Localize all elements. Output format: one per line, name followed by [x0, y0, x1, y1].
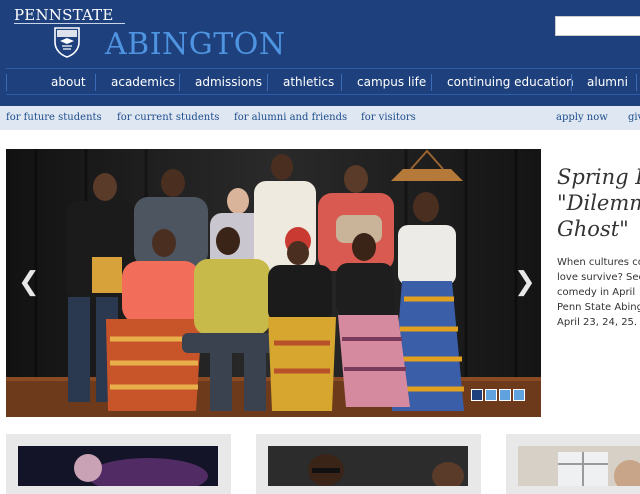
link-visitors[interactable]: for visitors	[361, 106, 416, 130]
nav-item-academics[interactable]: academics	[111, 69, 175, 96]
main-navigation: about academics admissions athletics cam…	[6, 68, 640, 95]
nav-item-continuing-education[interactable]: continuing education	[447, 69, 574, 96]
nav-separator	[6, 74, 7, 91]
nav-item-about[interactable]: about	[51, 69, 86, 96]
nav-separator	[341, 74, 342, 91]
slide-prev-icon[interactable]: ❮	[18, 267, 40, 297]
search-input[interactable]	[555, 16, 640, 36]
hero-slideshow[interactable]: ❮ ❯	[6, 149, 541, 417]
audience-navigation: for future students for current students…	[0, 106, 640, 130]
nav-separator	[267, 74, 268, 91]
slide-dot-1[interactable]	[471, 389, 483, 401]
site-header: PENNSTATE ABINGTON about academics admis…	[0, 0, 640, 106]
link-current-students[interactable]: for current students	[117, 106, 219, 130]
hero-photo	[6, 149, 541, 417]
nav-separator	[179, 74, 180, 91]
nav-item-athletics[interactable]: athletics	[283, 69, 334, 96]
news-card-photo	[18, 446, 218, 494]
news-card-photo	[518, 446, 640, 492]
campus-name[interactable]: ABINGTON	[105, 27, 286, 62]
news-card[interactable]	[506, 434, 640, 494]
news-card-image	[518, 446, 640, 492]
news-card-photo	[268, 446, 468, 490]
news-card-image	[268, 446, 468, 490]
nav-separator	[95, 74, 96, 91]
nav-item-alumni[interactable]: alumni	[587, 69, 628, 96]
slide-dot-3[interactable]	[499, 389, 511, 401]
nav-item-admissions[interactable]: admissions	[195, 69, 262, 96]
nav-separator	[571, 74, 572, 91]
link-give[interactable]: giv	[628, 106, 640, 130]
feature-title[interactable]: Spring P "Dilemm Ghost"	[557, 164, 640, 242]
news-card-image	[18, 446, 218, 494]
nav-separator	[431, 74, 432, 91]
nav-item-campus-life[interactable]: campus life	[357, 69, 426, 96]
link-future-students[interactable]: for future students	[6, 106, 102, 130]
slide-dot-4[interactable]	[513, 389, 525, 401]
slide-dot-2[interactable]	[485, 389, 497, 401]
news-card[interactable]	[256, 434, 481, 494]
link-apply-now[interactable]: apply now	[556, 106, 608, 130]
pennstate-shield-icon[interactable]	[53, 26, 81, 58]
nav-separator	[636, 74, 637, 91]
pennstate-wordmark[interactable]: PENNSTATE	[14, 6, 114, 24]
slide-indicators	[471, 389, 527, 403]
link-alumni-and-friends[interactable]: for alumni and friends	[234, 106, 347, 130]
feature-description: When cultures co love survive? See comed…	[557, 257, 640, 328]
slide-next-icon[interactable]: ❯	[514, 267, 536, 297]
news-card[interactable]	[6, 434, 231, 494]
logo-divider	[14, 23, 125, 24]
